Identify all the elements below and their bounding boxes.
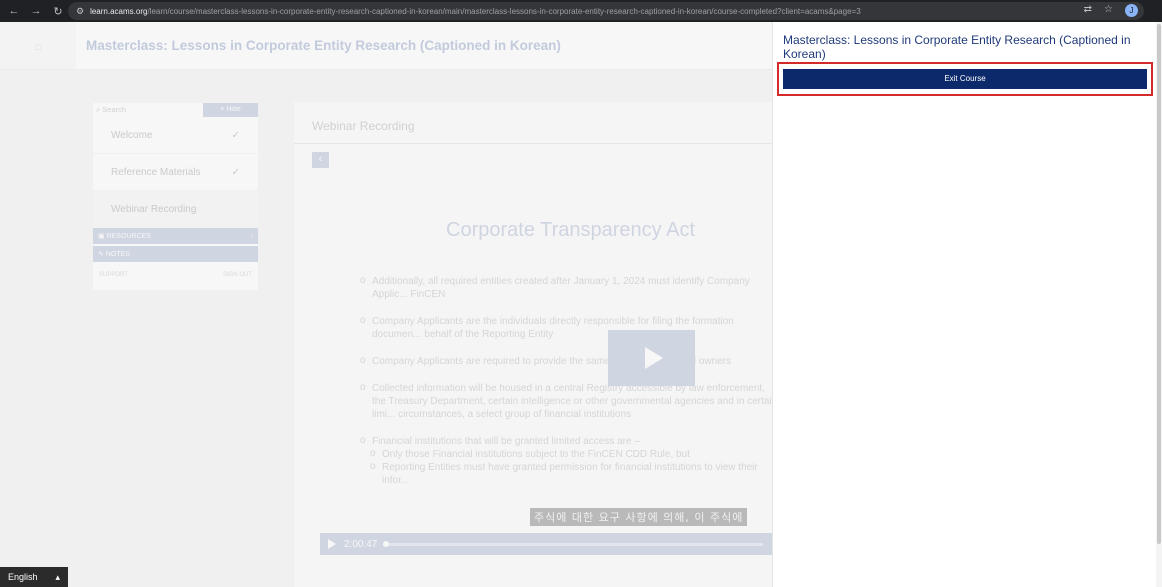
video-progress-bar[interactable] <box>383 540 764 547</box>
sidebar-item-label: Webinar Recording <box>111 203 197 215</box>
page-scrollbar[interactable] <box>1156 22 1162 587</box>
sub-bullet-item: Only those Financial institutions subjec… <box>360 447 780 461</box>
sidebar-item-reference-materials[interactable]: Reference Materials ✓ <box>93 154 258 191</box>
site-info-icon[interactable]: ⚙ <box>76 6 84 17</box>
sign-out-link[interactable]: SIGN OUT <box>223 272 252 278</box>
sidebar-item-webinar-recording[interactable]: Webinar Recording <box>93 191 258 228</box>
support-link[interactable]: SUPPORT <box>99 272 128 278</box>
video-timestamp: 2:00:47 <box>344 538 378 550</box>
chevron-right-icon: › <box>250 232 253 240</box>
home-button[interactable]: ⌂ <box>0 22 76 69</box>
course-title: Masterclass: Lessons in Corporate Entity… <box>86 38 561 53</box>
search-input[interactable]: ⌕ Search <box>93 105 203 115</box>
hide-sidebar-button[interactable]: × Hide <box>203 103 258 117</box>
lesson-sidebar: ⌕ Search × Hide Welcome ✓ Reference Mate… <box>93 103 258 290</box>
sidebar-search: ⌕ Search × Hide <box>93 103 258 117</box>
resources-toggle[interactable]: ▣ RESOURCES › <box>93 228 258 244</box>
resources-label: RESOURCES <box>106 233 151 240</box>
subtitle-caption: 주식에 대한 요구 사항에 의해, 이 주식에 <box>530 508 748 526</box>
lesson-title: Webinar Recording <box>312 119 415 133</box>
slide-title: Corporate Transparency Act <box>446 219 696 241</box>
previous-lesson-button[interactable]: ‹ <box>312 152 329 168</box>
sub-bullet-item: Reporting Entities must have granted per… <box>360 460 780 487</box>
sidebar-item-label: Welcome <box>111 129 153 141</box>
panel-course-title: Masterclass: Lessons in Corporate Entity… <box>783 33 1131 61</box>
bullet-item: Company Applicants are required to provi… <box>360 354 780 368</box>
bullet-item: Collected information will be housed in … <box>360 381 780 421</box>
sidebar-item-label: Reference Materials <box>111 166 201 178</box>
checkmark-icon: ✓ <box>231 166 240 178</box>
url-domain: learn.acams.org <box>90 6 148 16</box>
bullet-item: Company Applicants are the individuals d… <box>360 314 780 341</box>
translate-icon[interactable]: ⇄ <box>1084 4 1092 17</box>
profile-avatar[interactable]: J <box>1125 4 1138 17</box>
search-placeholder: Search <box>102 105 127 114</box>
language-selector[interactable]: English ▴ <box>0 567 68 587</box>
reload-icon[interactable]: ↻ <box>52 5 64 18</box>
video-controls: 2:00:47 <box>320 533 780 555</box>
notes-toggle[interactable]: ✎ NOTES <box>93 246 258 262</box>
course-side-panel: Masterclass: Lessons in Corporate Entity… <box>772 22 1156 587</box>
slide-bullets: Additionally, all required entities crea… <box>360 274 780 487</box>
progress-handle[interactable] <box>383 540 390 547</box>
play-icon <box>644 347 663 369</box>
checkmark-icon: ✓ <box>231 129 240 141</box>
back-arrow-icon[interactable]: ← <box>8 5 20 18</box>
language-label: English <box>8 572 38 582</box>
home-icon: ⌂ <box>34 38 42 53</box>
scrollbar-thumb[interactable] <box>1157 24 1161 544</box>
bullet-item: Financial institutions that will be gran… <box>360 434 780 448</box>
url-text: learn.acams.org/learn/course/masterclass… <box>90 7 1070 16</box>
caret-up-icon: ▴ <box>55 571 60 582</box>
exit-course-highlight: Exit Course <box>777 62 1153 96</box>
bookmark-star-icon[interactable]: ☆ <box>1104 4 1113 17</box>
forward-arrow-icon[interactable]: → <box>30 5 42 18</box>
play-button[interactable] <box>608 330 695 386</box>
edit-note-icon: ✎ <box>98 251 104 258</box>
briefcase-icon: ▣ <box>98 233 105 240</box>
exit-course-button[interactable]: Exit Course <box>783 69 1147 89</box>
notes-label: NOTES <box>105 251 130 258</box>
sidebar-item-welcome[interactable]: Welcome ✓ <box>93 117 258 154</box>
browser-toolbar: ← → ↻ ⚙ learn.acams.org/learn/course/mas… <box>0 0 1162 22</box>
address-bar[interactable]: ⚙ learn.acams.org/learn/course/mastercla… <box>68 2 1144 20</box>
play-icon[interactable] <box>328 539 336 549</box>
bullet-item: Additionally, all required entities crea… <box>360 274 780 301</box>
url-path: /learn/course/masterclass-lessons-in-cor… <box>147 6 861 16</box>
